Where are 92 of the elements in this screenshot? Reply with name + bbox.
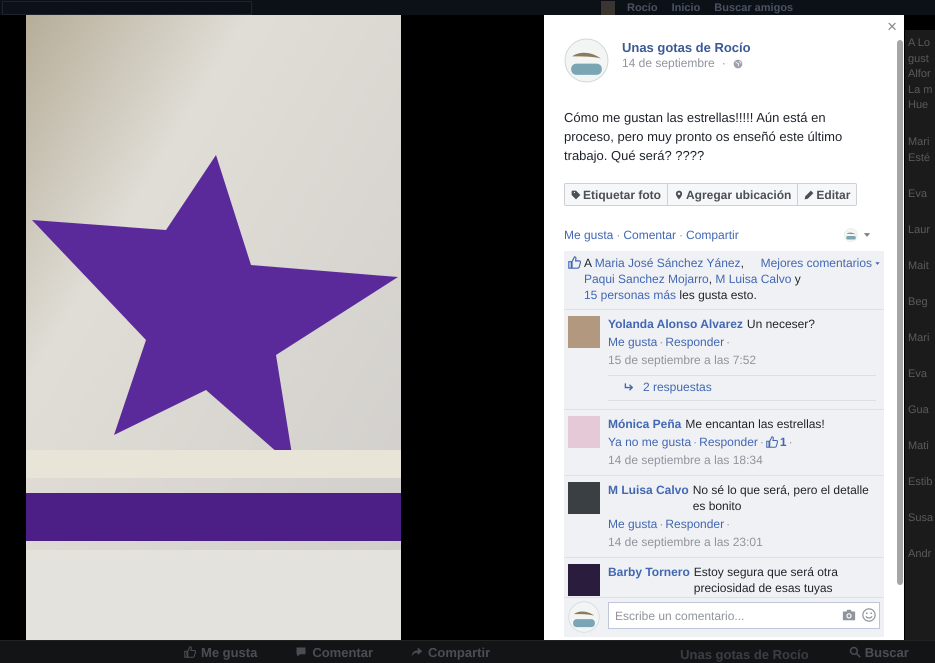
map-pin-icon	[674, 190, 684, 200]
sidebar-text: Gua	[908, 402, 930, 418]
separator-dot: ·	[722, 56, 726, 71]
photo-action-button[interactable]: Etiquetar foto	[564, 183, 668, 206]
sidebar-text: Mari	[908, 134, 930, 150]
sidebar-text: Mari	[908, 330, 930, 346]
separator-dot: ·	[679, 228, 684, 242]
avatar-placeholder	[568, 416, 600, 448]
thumbs-up-icon	[568, 256, 581, 269]
comment-text: Un neceser?	[746, 316, 816, 332]
sidebar-text: Susa	[908, 510, 934, 526]
profile-link[interactable]: M Luisa Calvo	[608, 482, 689, 514]
separator-dot: ·	[788, 434, 793, 450]
sidebar-text: Hue	[908, 98, 930, 113]
timestamp[interactable]: 14 de septiembre a las 23:01	[608, 532, 763, 550]
sidebar-text: Andr	[908, 546, 932, 562]
search-icon	[848, 646, 861, 658]
replies-link[interactable]: 2 respuestas	[624, 380, 712, 394]
page-logo	[844, 228, 858, 242]
page-logo	[564, 38, 609, 83]
sidebar-text: Mait	[908, 258, 930, 274]
likes-text: y	[794, 272, 801, 286]
separator-dot: ·	[726, 334, 730, 351]
profile-link[interactable]: 15 personas más	[584, 288, 676, 302]
sidebar-text: Eva	[908, 366, 928, 382]
profile-link[interactable]: Mónica Peña	[608, 416, 682, 432]
timestamp[interactable]: 14 de septiembre a las 18:34	[608, 450, 763, 468]
page-name[interactable]: Unas gotas de Rocío	[622, 39, 751, 56]
separator-dot: ·	[659, 516, 664, 532]
camera-icon[interactable]	[842, 608, 856, 622]
timestamp[interactable]: 15 de septiembre a las 7:52	[608, 351, 756, 369]
sidebar-text: Estib	[908, 474, 934, 490]
sidebar-text: Esté	[908, 150, 932, 166]
profile-link[interactable]: Yolanda Alonso Alvarez	[608, 316, 743, 332]
avatar-placeholder	[568, 316, 600, 348]
profile-link[interactable]: Paqui Sanchez Mojarro	[584, 272, 709, 286]
arrow-icon	[411, 646, 424, 658]
sidebar-text: Alfor	[908, 67, 932, 82]
action-link[interactable]: Responder	[665, 333, 724, 351]
scrollbar[interactable]	[897, 40, 903, 585]
action-link[interactable]: Comentar	[623, 228, 676, 242]
photo-action-button[interactable]: Editar	[798, 183, 858, 206]
action-link[interactable]: Responder	[665, 514, 724, 532]
profile-link[interactable]: Barby Tornero	[608, 564, 690, 596]
globe-icon	[732, 58, 743, 68]
comment-text: Me encantan las estrellas!	[685, 416, 826, 432]
action-link[interactable]: Me gusta	[608, 514, 658, 532]
action-link[interactable]: Compartir	[686, 228, 739, 242]
search-field[interactable]	[2, 0, 252, 14]
thumbs-up-icon	[766, 436, 778, 448]
action-link[interactable]: Responder	[699, 432, 758, 450]
sidebar-text: La m	[908, 82, 934, 98]
sidebar-text: Mati	[908, 438, 930, 454]
comment-text: Estoy segura que será otra preciosidad de esas tuyas	[694, 564, 839, 596]
sidebar-text: Beg	[908, 294, 929, 310]
smiley-icon[interactable]	[862, 608, 876, 622]
avatar-placeholder	[601, 0, 615, 14]
photo-action-button[interactable]: Agregar ubicación	[668, 183, 798, 206]
avatar-placeholder	[568, 482, 600, 514]
separator-dot: ·	[726, 516, 730, 532]
close-button[interactable]: ×	[884, 17, 900, 37]
comment-text: No sé lo que será, pero el detalle es bonito	[692, 482, 870, 514]
post-date[interactable]: 14 de septiembre	[622, 56, 715, 71]
reply-arrow-icon	[624, 382, 635, 392]
sort-dropdown[interactable]: Mejores comentarios	[760, 255, 881, 271]
post-text: Cómo me gustan las estrellas!!!!! Aún está en proceso, pero muy pronto os enseñó este último trabajo. Qué será? ????	[564, 109, 844, 165]
separator-dot: ·	[659, 334, 664, 351]
avatar-placeholder	[568, 564, 600, 596]
action-link[interactable]: Ya no me gusta	[608, 432, 692, 450]
action-link[interactable]: Me gusta	[608, 333, 658, 351]
separator-dot: ·	[693, 434, 698, 450]
likes-text: les gusta esto.	[678, 288, 757, 302]
separator-dot: ·	[760, 434, 764, 450]
comment-field[interactable]: Escribe un comentario...	[608, 602, 880, 629]
profile-link[interactable]: M Luisa Calvo	[715, 272, 792, 286]
like-count[interactable]: 1	[766, 432, 787, 450]
sidebar-text: Eva	[908, 186, 928, 202]
action-link[interactable]: Me gusta	[564, 228, 614, 242]
sidebar-text: gust	[908, 52, 930, 66]
profile-link[interactable]: Maria José Sánchez Yánez	[594, 256, 741, 270]
sidebar-text: Laur	[908, 222, 932, 238]
page-logo	[568, 601, 600, 633]
likes-text: ,	[708, 272, 714, 286]
pencil-icon	[804, 190, 814, 200]
speech-bubble-icon	[295, 646, 308, 658]
likes-text: A	[584, 256, 593, 270]
thumbs-up-icon	[184, 646, 196, 658]
caret-icon	[874, 260, 881, 266]
separator-dot: ·	[616, 228, 620, 242]
likes-text: ,	[740, 256, 744, 270]
tag-icon	[571, 190, 581, 200]
sidebar-text: A Lo	[908, 36, 932, 51]
